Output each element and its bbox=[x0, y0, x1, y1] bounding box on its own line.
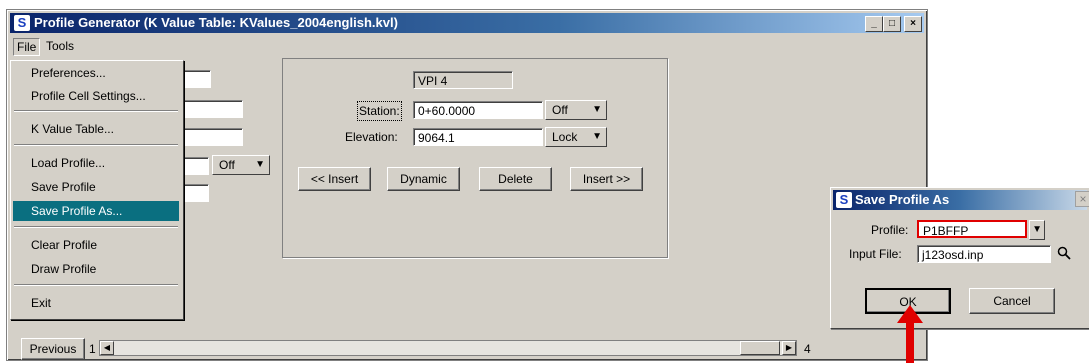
profile-input[interactable]: P1BFFP bbox=[917, 220, 1027, 238]
save-profile-as-dialog: S Save Profile As Profile: P1BFFP ▼ Inpu… bbox=[830, 187, 1089, 329]
profile-dropdown-button[interactable]: ▼ bbox=[1029, 220, 1045, 240]
station-mode-value: Off bbox=[552, 103, 568, 117]
dialog-title-bar: S Save Profile As bbox=[833, 190, 1087, 210]
menu-draw-profile[interactable]: Draw Profile bbox=[13, 259, 179, 279]
station-label: Station: bbox=[357, 101, 402, 121]
chevron-down-icon: ▼ bbox=[592, 131, 602, 142]
vpi-group: VPI 4 Station: 0+60.0000 Off ▼ Elevation:… bbox=[282, 58, 668, 258]
page-start: 1 bbox=[89, 342, 96, 356]
dynamic-button[interactable]: Dynamic bbox=[387, 167, 460, 191]
station-input[interactable]: 0+60.0000 bbox=[413, 101, 543, 119]
chevron-down-icon: ▼ bbox=[592, 104, 602, 115]
menu-separator bbox=[14, 144, 178, 146]
chevron-down-icon: ▼ bbox=[255, 159, 265, 170]
menu-profile-cell-settings[interactable]: Profile Cell Settings... bbox=[13, 86, 179, 106]
delete-button[interactable]: Delete bbox=[479, 167, 552, 191]
menu-exit[interactable]: Exit bbox=[13, 293, 179, 313]
close-button[interactable]: × bbox=[904, 16, 922, 32]
menu-load-profile[interactable]: Load Profile... bbox=[13, 153, 179, 173]
annotation-arrow-icon bbox=[897, 305, 923, 363]
scroll-left-icon[interactable]: ◀ bbox=[100, 341, 114, 355]
menu-save-profile[interactable]: Save Profile bbox=[13, 177, 179, 197]
file-menu-dropdown: Preferences... Profile Cell Settings... … bbox=[10, 60, 184, 320]
chevron-down-icon: ▼ bbox=[1032, 224, 1042, 235]
cancel-button[interactable]: Cancel bbox=[969, 288, 1055, 314]
elevation-mode-value: Lock bbox=[552, 130, 578, 144]
menu-preferences[interactable]: Preferences... bbox=[13, 63, 179, 83]
menu-bar: File Tools bbox=[10, 37, 924, 56]
maximize-button[interactable]: □ bbox=[883, 16, 901, 32]
left-off-combo[interactable]: Off ▼ bbox=[212, 155, 270, 175]
scroll-right-icon[interactable]: ▶ bbox=[782, 341, 796, 355]
menu-separator bbox=[14, 226, 178, 228]
menu-file[interactable]: File bbox=[13, 38, 41, 56]
elevation-input[interactable]: 9064.1 bbox=[413, 128, 543, 146]
search-icon[interactable] bbox=[1057, 246, 1071, 260]
dialog-close-button[interactable]: × bbox=[1075, 191, 1089, 207]
elevation-mode-combo[interactable]: Lock ▼ bbox=[545, 127, 607, 147]
insert-after-button[interactable]: Insert >> bbox=[570, 167, 643, 191]
input-file-label: Input File: bbox=[849, 247, 902, 261]
dialog-title: Save Profile As bbox=[855, 192, 950, 207]
previous-button[interactable]: Previous bbox=[21, 338, 85, 360]
page-scrollbar[interactable]: ◀ ▶ bbox=[99, 340, 797, 356]
menu-save-profile-as[interactable]: Save Profile As... bbox=[13, 201, 179, 221]
vpi-label-field: VPI 4 bbox=[413, 71, 513, 89]
menu-clear-profile[interactable]: Clear Profile bbox=[13, 235, 179, 255]
app-logo-icon: S bbox=[836, 192, 852, 208]
menu-tools[interactable]: Tools bbox=[43, 38, 77, 54]
app-logo-icon: S bbox=[14, 15, 30, 31]
title-bar: S Profile Generator (K Value Table: KVal… bbox=[10, 13, 924, 33]
menu-k-value-table[interactable]: K Value Table... bbox=[13, 119, 179, 139]
menu-separator bbox=[14, 110, 178, 112]
left-off-combo-value: Off bbox=[219, 158, 235, 172]
minimize-button[interactable]: _ bbox=[865, 16, 883, 32]
profile-label: Profile: bbox=[871, 223, 909, 237]
input-file-field[interactable]: j123osd.inp bbox=[917, 245, 1051, 263]
menu-separator bbox=[14, 284, 178, 286]
insert-before-button[interactable]: << Insert bbox=[298, 167, 371, 191]
window-title: Profile Generator (K Value Table: KValue… bbox=[34, 15, 398, 30]
page-end: 4 bbox=[804, 342, 811, 356]
scroll-thumb[interactable] bbox=[740, 341, 780, 355]
station-mode-combo[interactable]: Off ▼ bbox=[545, 100, 607, 120]
elevation-label: Elevation: bbox=[345, 130, 398, 144]
